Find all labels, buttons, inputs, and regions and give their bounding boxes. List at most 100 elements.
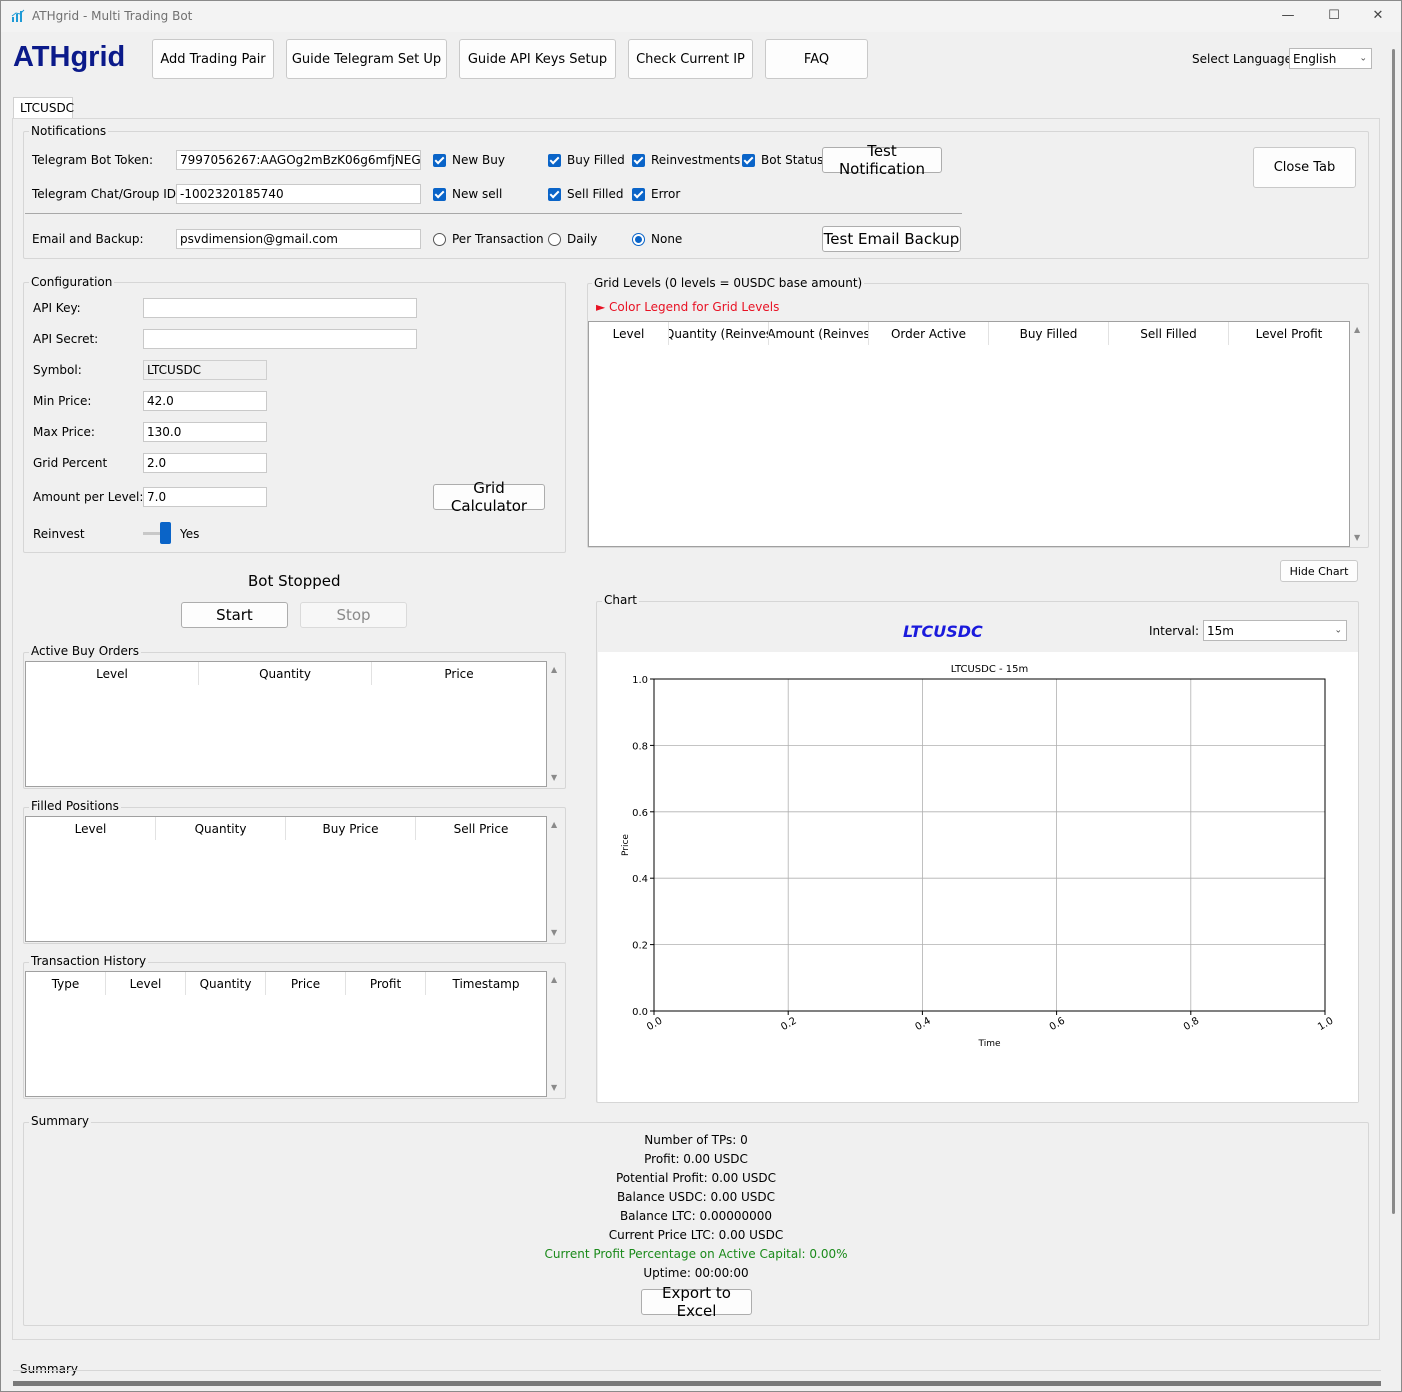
column-header[interactable]: Level [26,817,156,840]
scrollbar[interactable]: ▲ ▼ [548,816,564,942]
test-email-backup-button[interactable]: Test Email Backup [822,226,961,252]
scrollbar[interactable]: ▲ ▼ [548,971,564,1097]
app-logo: ATHgrid [13,41,126,73]
sell-filled-checkbox[interactable]: Sell Filled [548,187,624,201]
bottom-summary-border [13,1370,1381,1371]
reinvest-toggle[interactable] [143,522,173,544]
column-header[interactable]: Level [26,662,199,685]
summary-profit-percentage: Current Profit Percentage on Active Capi… [544,1247,848,1261]
new-buy-checkbox[interactable]: New Buy [433,153,505,167]
column-header[interactable]: Sell Price [416,817,546,840]
scroll-down-icon[interactable]: ▼ [551,773,557,782]
toggle-thumb[interactable] [160,522,171,544]
column-header[interactable]: Quantity [156,817,286,840]
scroll-up-icon[interactable]: ▲ [1354,325,1360,334]
transaction-history-table[interactable]: Type Level Quantity Price Profit Timesta… [25,971,547,1097]
column-header[interactable]: Level [106,972,186,995]
api-key-input[interactable] [143,298,417,318]
checkbox-checked-icon [742,153,755,167]
api-secret-input[interactable] [143,329,417,349]
scroll-up-icon[interactable]: ▲ [551,665,557,674]
scroll-up-icon[interactable]: ▲ [551,975,557,984]
scroll-down-icon[interactable]: ▼ [1354,533,1360,542]
column-header[interactable]: Price [372,662,546,685]
scroll-up-icon[interactable]: ▲ [551,820,557,829]
none-radio[interactable]: None [632,232,682,246]
amount-per-level-input[interactable]: 7.0 [143,487,267,507]
telegram-chat-label: Telegram Chat/Group ID: [32,187,181,201]
test-notification-button[interactable]: Test Notification [822,142,942,178]
scrollbar[interactable]: ▲ ▼ [1351,321,1367,547]
guide-api-keys-button[interactable]: Guide API Keys Setup [459,39,616,79]
grid-levels-table[interactable]: Level Quantity (Reinves Amount (Reinves … [588,321,1350,547]
per-transaction-radio[interactable]: Per Transaction [433,232,544,246]
telegram-chat-input[interactable]: -1002320185740 [176,184,421,204]
column-header[interactable]: Level [589,322,669,345]
min-price-input[interactable]: 42.0 [143,391,267,411]
notifications-divider [25,213,962,214]
column-header[interactable]: Type [26,972,106,995]
x-tick-label: 0.8 [1182,1016,1201,1033]
chevron-down-icon: ⌄ [1334,625,1342,635]
column-header[interactable]: Buy Price [286,817,416,840]
y-tick-label: 0.6 [632,808,648,819]
column-header[interactable]: Order Active [869,322,989,345]
summary-lines: Number of TPs: 0 Profit: 0.00 USDC Poten… [23,1133,1369,1283]
filled-positions-table[interactable]: Level Quantity Buy Price Sell Price [25,816,547,942]
column-header[interactable]: Sell Filled [1109,322,1229,345]
horizontal-scrollbar[interactable] [13,1381,1381,1386]
add-trading-pair-button[interactable]: Add Trading Pair [152,39,274,79]
chevron-down-icon: ⌄ [1359,53,1367,63]
hide-chart-button[interactable]: Hide Chart [1280,560,1358,582]
scrollbar[interactable]: ▲ ▼ [548,661,564,787]
scroll-down-icon[interactable]: ▼ [551,1083,557,1092]
plot-frame [653,678,1326,1012]
vertical-scrollbar[interactable] [1392,49,1395,1214]
interval-value: 15m [1207,623,1234,638]
buy-filled-checkbox[interactable]: Buy Filled [548,153,625,167]
maximize-icon[interactable]: ☐ [1311,1,1357,32]
summary-tps: Number of TPs: 0 [644,1133,748,1147]
telegram-token-input[interactable]: 7997056267:AAGOg2mBzK06g6mfjNEGZ071KS [176,150,421,170]
faq-button[interactable]: FAQ [765,39,868,79]
close-tab-button[interactable]: Close Tab [1253,147,1356,188]
export-excel-button[interactable]: Export to Excel [641,1284,752,1320]
column-header[interactable]: Amount (Reinves [769,322,869,345]
summary-title: Summary [29,1114,91,1128]
column-header[interactable]: Level Profit [1229,322,1349,345]
max-price-input[interactable]: 130.0 [143,422,267,442]
tab-ltcusdc[interactable]: LTCUSDC [13,97,74,119]
close-icon[interactable]: ✕ [1355,1,1401,32]
email-input[interactable]: psvdimension@gmail.com [176,229,421,249]
daily-radio[interactable]: Daily [548,232,597,246]
column-header[interactable]: Buy Filled [989,322,1109,345]
grid-calculator-button[interactable]: Grid Calculator [433,479,545,515]
column-header[interactable]: Quantity [186,972,266,995]
chart-title: Chart [602,593,639,607]
start-button[interactable]: Start [181,602,288,628]
column-header[interactable]: Timestamp [426,972,546,995]
minimize-icon[interactable]: — [1265,1,1311,32]
reinvest-value: Yes [180,527,200,541]
column-header[interactable]: Profit [346,972,426,995]
stop-button[interactable]: Stop [300,602,407,628]
column-header[interactable]: Price [266,972,346,995]
active-buy-orders-title: Active Buy Orders [29,644,142,658]
column-header[interactable]: Quantity [199,662,372,685]
language-select[interactable]: English ⌄ [1289,48,1372,69]
error-checkbox[interactable]: Error [632,187,680,201]
guide-telegram-button[interactable]: Guide Telegram Set Up [286,39,447,79]
bot-status-checkbox[interactable]: Bot Status [742,153,823,167]
scroll-down-icon[interactable]: ▼ [551,928,557,937]
check-ip-button[interactable]: Check Current IP [628,39,753,79]
bot-status-text: Bot Stopped [248,572,341,590]
chart-plot-title: LTCUSDC - 15m [951,664,1028,675]
interval-select[interactable]: 15m ⌄ [1203,620,1347,641]
active-buy-orders-table[interactable]: Level Quantity Price [25,661,547,787]
grid-percent-input[interactable]: 2.0 [143,453,267,473]
color-legend-toggle[interactable]: ► Color Legend for Grid Levels [596,300,779,314]
new-sell-checkbox[interactable]: New sell [433,187,502,201]
column-header[interactable]: Quantity (Reinves [669,322,769,345]
reinvestments-checkbox[interactable]: Reinvestments [632,153,740,167]
bottom-summary-title: Summary [18,1362,80,1376]
